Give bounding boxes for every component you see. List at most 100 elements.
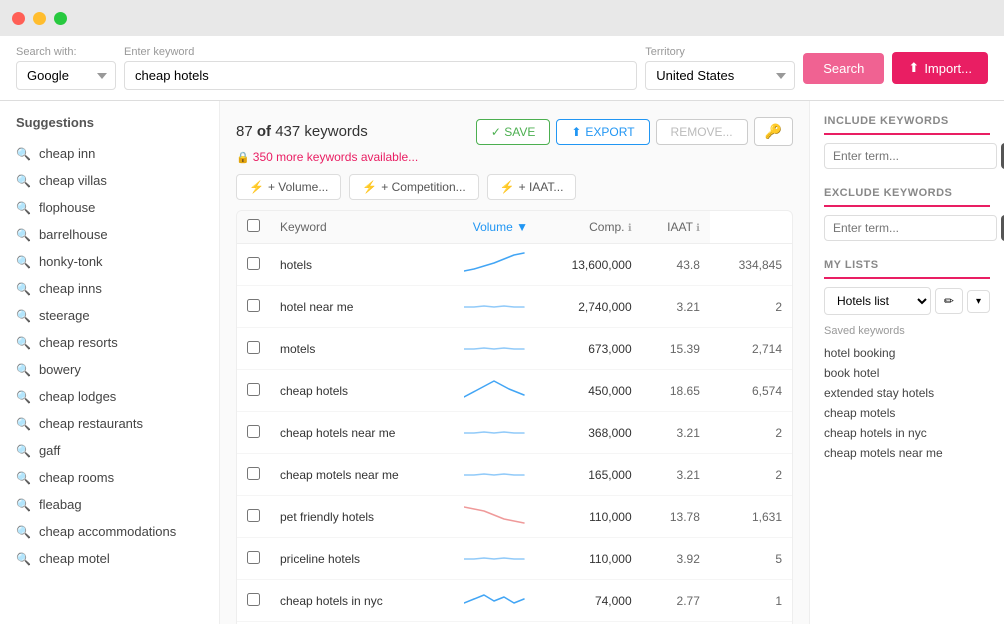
- selected-count: 87: [236, 123, 253, 140]
- search-button[interactable]: Search: [803, 53, 884, 84]
- list-select[interactable]: Hotels list: [824, 287, 931, 315]
- row-checkbox[interactable]: [247, 467, 260, 480]
- trend-cell: [454, 370, 538, 412]
- suggestion-item[interactable]: 🔍gaff: [0, 437, 219, 464]
- suggestion-item[interactable]: 🔍cheap rooms: [0, 464, 219, 491]
- territory-label: Territory: [645, 46, 795, 58]
- edit-list-button[interactable]: ✏: [935, 288, 963, 314]
- search-icon: 🔍: [16, 498, 31, 512]
- row-checkbox[interactable]: [247, 425, 260, 438]
- keyword-cell: cheap hotels in nyc: [270, 580, 454, 622]
- iaat-cell: 2: [710, 454, 792, 496]
- suggestion-item[interactable]: 🔍cheap accommodations: [0, 518, 219, 545]
- table-row: motels 673,000 15.39 2,714: [237, 328, 792, 370]
- maximize-dot[interactable]: [54, 12, 67, 25]
- main-content: 87 of 437 keywords ✓ SAVE ⬆ EXPORT REMOV…: [220, 101, 809, 624]
- row-checkbox[interactable]: [247, 299, 260, 312]
- search-icon: 🔍: [16, 336, 31, 350]
- suggestion-item[interactable]: 🔍barrelhouse: [0, 221, 219, 248]
- filter-icon-2: ⚡: [362, 180, 377, 194]
- save-button[interactable]: ✓ SAVE: [476, 119, 551, 145]
- exclude-input[interactable]: [824, 215, 997, 241]
- export-button[interactable]: ⬆ EXPORT: [556, 119, 649, 145]
- keywords-table: Keyword Volume ▼ Comp. ℹ IAAT ℹ hotels 1…: [237, 211, 792, 624]
- territory-wrap: Territory United StatesUnited KingdomCan…: [645, 46, 795, 90]
- row-checkbox[interactable]: [247, 551, 260, 564]
- comp-cell: 3.21: [642, 286, 710, 328]
- saved-keyword-item: book hotel: [824, 363, 990, 383]
- row-checkbox[interactable]: [247, 257, 260, 270]
- sidebar-title: Suggestions: [0, 101, 219, 140]
- suggestion-item[interactable]: 🔍honky-tonk: [0, 248, 219, 275]
- suggestion-item[interactable]: 🔍steerage: [0, 302, 219, 329]
- expand-list-button[interactable]: ▾: [967, 290, 990, 313]
- more-keywords-link[interactable]: 350 more keywords available...: [236, 150, 793, 164]
- remove-button[interactable]: REMOVE...: [656, 119, 748, 145]
- keyword-label: Enter keyword: [124, 46, 637, 58]
- suggestion-item[interactable]: 🔍bowery: [0, 356, 219, 383]
- col-comp[interactable]: Comp. ℹ: [538, 211, 642, 244]
- keyword-input[interactable]: [124, 61, 637, 90]
- table-row: cheap hotels near me 368,000 3.21 2: [237, 412, 792, 454]
- include-input[interactable]: [824, 143, 997, 169]
- volume-filter[interactable]: ⚡ + Volume...: [236, 174, 341, 200]
- suggestion-item[interactable]: 🔍fleabag: [0, 491, 219, 518]
- search-icon: 🔍: [16, 552, 31, 566]
- suggestion-item[interactable]: 🔍cheap resorts: [0, 329, 219, 356]
- suggestion-item[interactable]: 🔍cheap inns: [0, 275, 219, 302]
- col-iaat[interactable]: IAAT ℹ: [642, 211, 710, 244]
- suggestion-item[interactable]: 🔍flophouse: [0, 194, 219, 221]
- key-button[interactable]: 🔑: [754, 117, 793, 146]
- minimize-dot[interactable]: [33, 12, 46, 25]
- row-checkbox[interactable]: [247, 341, 260, 354]
- competition-filter[interactable]: ⚡ + Competition...: [349, 174, 478, 200]
- suggestion-item[interactable]: 🔍cheap restaurants: [0, 410, 219, 437]
- select-all-checkbox[interactable]: [247, 219, 260, 232]
- table-row: priceline hotels 110,000 3.92 5: [237, 538, 792, 580]
- suggestion-item[interactable]: 🔍cheap motel: [0, 545, 219, 572]
- comp-cell: 3.21: [642, 454, 710, 496]
- search-engine-wrap: Search with: GoogleBingYouTube: [16, 46, 116, 90]
- keywords-count-wrap: 87 of 437 keywords: [236, 123, 368, 140]
- iaat-cell: 2: [710, 286, 792, 328]
- suggestion-item[interactable]: 🔍cheap inn: [0, 140, 219, 167]
- trend-cell: [454, 454, 538, 496]
- search-icon: 🔍: [16, 471, 31, 485]
- search-icon: 🔍: [16, 309, 31, 323]
- trend-cell: [454, 580, 538, 622]
- territory-select[interactable]: United StatesUnited KingdomCanada: [645, 61, 795, 90]
- trend-cell: [454, 328, 538, 370]
- search-engine-select[interactable]: GoogleBingYouTube: [16, 61, 116, 90]
- suggestion-item[interactable]: 🔍cheap lodges: [0, 383, 219, 410]
- row-checkbox[interactable]: [247, 593, 260, 606]
- import-button[interactable]: ⬆ Import...: [892, 52, 988, 84]
- trend-cell: [454, 412, 538, 454]
- row-checkbox[interactable]: [247, 509, 260, 522]
- saved-keyword-item: hotel booking: [824, 343, 990, 363]
- volume-cell: 13,600,000: [538, 244, 642, 286]
- search-icon: 🔍: [16, 282, 31, 296]
- titlebar: [0, 0, 1004, 36]
- include-title: INCLUDE KEYWORDS: [824, 115, 990, 135]
- iaat-cell: 6,574: [710, 370, 792, 412]
- col-volume[interactable]: Volume ▼: [454, 211, 538, 244]
- keywords-count: 87 of 437 keywords: [236, 123, 368, 140]
- suggestion-item[interactable]: 🔍cheap villas: [0, 167, 219, 194]
- saved-label: Saved keywords: [824, 325, 990, 337]
- iaat-cell: 334,845: [710, 244, 792, 286]
- iaat-cell: 1,631: [710, 496, 792, 538]
- iaat-filter[interactable]: ⚡ + IAAT...: [487, 174, 577, 200]
- comp-cell: 13.78: [642, 496, 710, 538]
- include-input-wrap: Add: [824, 143, 990, 169]
- keyword-cell: motels: [270, 328, 454, 370]
- close-dot[interactable]: [12, 12, 25, 25]
- search-icon: 🔍: [16, 525, 31, 539]
- row-checkbox[interactable]: [247, 383, 260, 396]
- keyword-cell: pet friendly hotels: [270, 496, 454, 538]
- search-icon: 🔍: [16, 228, 31, 242]
- search-icon: 🔍: [16, 255, 31, 269]
- volume-cell: 165,000: [538, 454, 642, 496]
- export-icon: ⬆: [571, 125, 581, 139]
- header-actions: ✓ SAVE ⬆ EXPORT REMOVE... 🔑: [476, 117, 793, 146]
- saved-keyword-item: cheap motels: [824, 403, 990, 423]
